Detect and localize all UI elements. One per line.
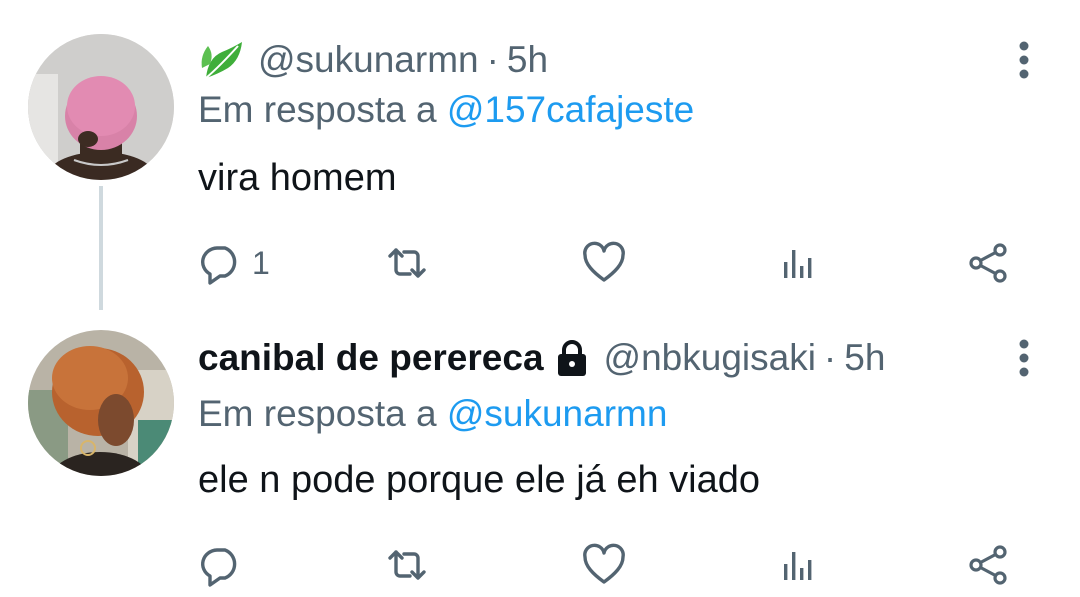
tweet[interactable]: canibal de perereca @nbkugisaki · 5h Em … (0, 310, 1080, 597)
more-options-button[interactable] (1012, 36, 1036, 84)
reply-icon (201, 246, 237, 285)
separator-dot: · (823, 337, 837, 378)
avatar-image (28, 34, 174, 180)
avatar[interactable] (28, 330, 174, 476)
tweet-actions: 1 (198, 238, 1018, 288)
tweet-text: ele n pode porque ele já eh viado (198, 459, 761, 501)
tweet-header: @sukunarmn · 5h (198, 36, 1010, 84)
share-button[interactable] (966, 238, 1012, 288)
separator-dot: · (486, 39, 499, 80)
avatar[interactable] (28, 34, 174, 180)
reply-mention-link[interactable]: @sukunarmn (447, 393, 668, 434)
tweet[interactable]: @sukunarmn · 5h Em resposta a @157cafaje… (0, 0, 1080, 300)
share-icon (969, 545, 1007, 585)
share-button[interactable] (966, 540, 1012, 590)
share-icon (969, 243, 1007, 283)
tweet-actions (198, 540, 1018, 590)
retweet-icon (388, 550, 426, 580)
reply-prefix: Em resposta a (198, 393, 437, 434)
views-icon (784, 552, 812, 580)
reply-button[interactable] (198, 540, 252, 590)
views-button[interactable] (776, 238, 822, 288)
reply-mention-link[interactable]: @157cafajeste (447, 89, 694, 130)
tweet-header: canibal de perereca @nbkugisaki · 5h (198, 334, 1010, 382)
views-icon (784, 250, 812, 278)
retweet-icon (388, 248, 426, 278)
reply-context: Em resposta a @157cafajeste (198, 86, 694, 134)
user-handle[interactable]: @nbkugisaki (604, 334, 816, 382)
like-icon (583, 241, 625, 282)
display-name[interactable]: canibal de perereca (198, 334, 544, 382)
like-button[interactable] (581, 238, 627, 288)
views-button[interactable] (776, 540, 822, 590)
leaf-icon (198, 38, 246, 82)
reply-count: 1 (252, 244, 270, 281)
reply-context: Em resposta a @sukunarmn (198, 390, 667, 438)
avatar-image (28, 330, 174, 476)
lock-icon (554, 338, 590, 378)
retweet-button[interactable] (384, 540, 430, 590)
reply-button[interactable]: 1 (198, 238, 270, 288)
reply-prefix: Em resposta a (198, 89, 437, 130)
more-vertical-icon (1019, 339, 1029, 377)
more-options-button[interactable] (1012, 334, 1036, 382)
timestamp[interactable]: 5h (507, 36, 548, 84)
user-handle[interactable]: @sukunarmn (258, 36, 479, 84)
more-vertical-icon (1019, 41, 1029, 79)
like-button[interactable] (581, 540, 627, 590)
reply-icon (201, 548, 237, 587)
like-icon (583, 543, 625, 584)
tweet-text: vira homem (198, 157, 397, 199)
timestamp[interactable]: 5h (844, 334, 885, 382)
retweet-button[interactable] (384, 238, 430, 288)
tweet-thread: @sukunarmn · 5h Em resposta a @157cafaje… (0, 0, 1080, 597)
